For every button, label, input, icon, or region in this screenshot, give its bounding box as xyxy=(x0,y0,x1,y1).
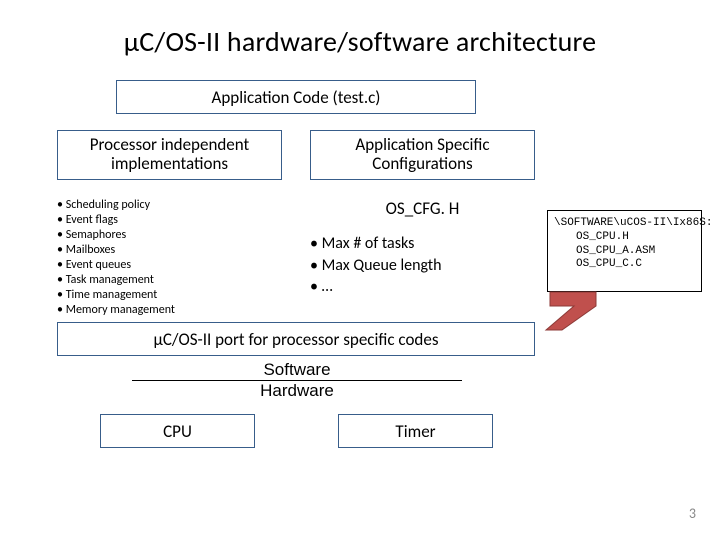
list-item: Mailboxes xyxy=(57,243,282,258)
list-item: … xyxy=(310,276,535,298)
box-port-label: μC/OS-II port for processor specific cod… xyxy=(154,329,439,350)
list-item: Time management xyxy=(57,288,282,303)
software-hardware-divider: Software Hardware xyxy=(132,360,462,400)
box-processor-independent: Processor independent implementations xyxy=(57,130,282,180)
callout-file: OS_CPU_C.C xyxy=(554,258,697,272)
box-port: μC/OS-II port for processor specific cod… xyxy=(57,322,535,356)
list-item: Semaphores xyxy=(57,228,282,243)
box-application-code-label: Application Code (test.c) xyxy=(212,87,381,108)
hardware-label: Hardware xyxy=(132,381,462,401)
box-application-code: Application Code (test.c) xyxy=(116,80,476,114)
list-item: Event queues xyxy=(57,258,282,273)
implementation-list: Scheduling policy Event flags Semaphores… xyxy=(57,198,282,318)
configuration-list: Max # of tasks Max Queue length … xyxy=(310,233,535,298)
configuration-header: OS_CFG. H xyxy=(310,198,535,219)
callout-file: OS_CPU_A.ASM xyxy=(554,245,697,259)
box-timer: Timer xyxy=(338,414,493,448)
callout-files: \SOFTWARE\uCOS-II\Ix86S: OS_CPU.H OS_CPU… xyxy=(547,210,702,292)
software-label: Software xyxy=(132,360,462,381)
list-item: Max # of tasks xyxy=(310,233,535,255)
callout-arrow-icon xyxy=(538,288,598,338)
list-item: Event flags xyxy=(57,213,282,228)
list-item: Memory management xyxy=(57,303,282,318)
box-processor-independent-label: Processor independent implementations xyxy=(90,136,249,173)
list-item: Task management xyxy=(57,273,282,288)
page-number: 3 xyxy=(689,505,696,522)
configuration-block: OS_CFG. H Max # of tasks Max Queue lengt… xyxy=(310,198,535,298)
box-timer-label: Timer xyxy=(395,421,435,442)
text-line: Configurations xyxy=(372,153,472,174)
page-title: μC/OS-II hardware/software architecture xyxy=(36,24,684,59)
callout-file: OS_CPU.H xyxy=(554,231,697,245)
box-application-specific-label: Application Specific Configurations xyxy=(355,136,489,173)
box-cpu-label: CPU xyxy=(163,421,192,442)
text-line: implementations xyxy=(111,153,228,174)
list-item: Max Queue length xyxy=(310,255,535,277)
box-cpu: CPU xyxy=(100,414,255,448)
callout-path: \SOFTWARE\uCOS-II\Ix86S: xyxy=(554,217,697,231)
box-application-specific: Application Specific Configurations xyxy=(310,130,535,180)
list-item: Scheduling policy xyxy=(57,198,282,213)
